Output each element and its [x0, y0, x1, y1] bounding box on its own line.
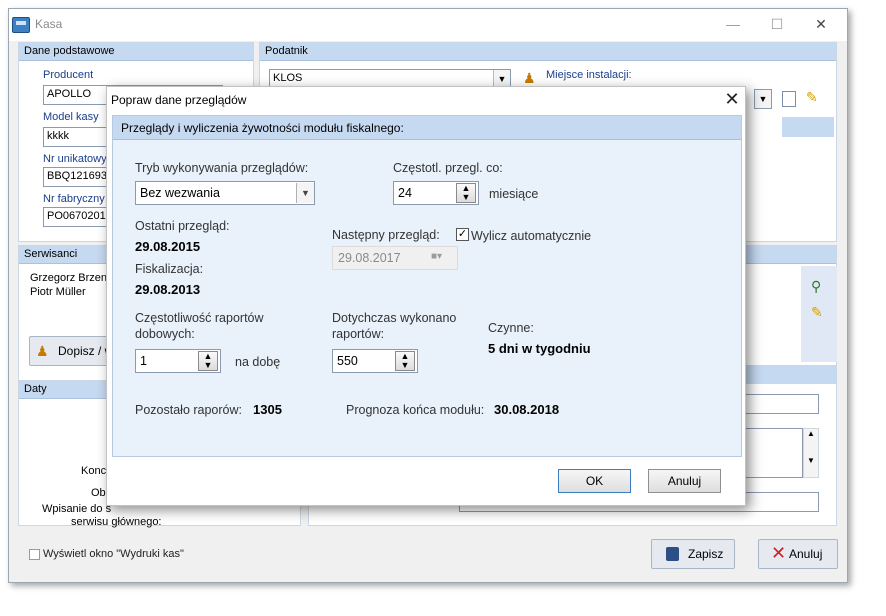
edit-icon[interactable]: ✎ — [811, 304, 823, 321]
next-review-value: 29.08.2017 — [338, 251, 401, 265]
reports-frequency-label-2: dobowych: — [135, 327, 195, 341]
fiscalization-value: 29.08.2013 — [135, 282, 201, 297]
frequency-spinner[interactable]: ▲ ▼ — [456, 183, 476, 203]
active-value: 5 dni w tygodniu — [488, 341, 591, 356]
reports-frequency-input[interactable]: 1 ▲ ▼ — [135, 349, 221, 373]
reports-frequency-unit: na dobę — [235, 355, 281, 369]
auto-calc-checkbox[interactable]: ✓ — [456, 228, 469, 241]
ok-button[interactable]: OK — [558, 469, 631, 493]
last-review-label: Ostatni przegląd: — [135, 219, 230, 233]
minimize-button[interactable]: — — [723, 15, 743, 33]
remaining-value: 1305 — [253, 402, 282, 417]
show-prints-label: Wyświetl okno "Wydruki kas" — [43, 548, 184, 560]
mode-label: Tryb wykonywania przeglądów: — [135, 161, 309, 175]
mode-value: Bez wezwania — [140, 186, 220, 200]
forecast-label: Prognoza końca modułu: — [346, 403, 485, 417]
show-prints-checkbox[interactable] — [29, 549, 40, 560]
auto-calc-label: Wylicz automatycznie — [471, 229, 592, 243]
taxpayer-header: Podatnik — [260, 43, 836, 61]
users-icon: ♟ — [36, 343, 49, 359]
servicemen-toolbar: ⚲ ✎ — [801, 266, 837, 362]
fiscalization-label: Fiskalizacja: — [135, 262, 204, 276]
dates-label-entry: Wpisanie do s — [42, 503, 112, 515]
frequency-unit: miesiące — [489, 187, 539, 201]
title-bar: Kasa — ☐ ✕ — [9, 9, 847, 41]
cancel-label: Anuluj — [789, 547, 823, 561]
serviceman-2[interactable]: Piotr Müller — [30, 286, 86, 298]
basic-data-header: Dane podstawowe — [19, 43, 253, 61]
install-place-label: Miejsce instalacji: — [546, 69, 632, 81]
reports-frequency-spinner[interactable]: ▲ ▼ — [198, 351, 218, 371]
frequency-label: Częstotl. przegl. co: — [393, 161, 503, 175]
reports-frequency-value: 1 — [140, 354, 147, 368]
edit-icon[interactable]: ✎ — [806, 89, 824, 107]
dialog-close-button[interactable]: ✕ — [721, 88, 743, 110]
cancel-icon: ✕ — [771, 543, 787, 563]
maximize-icon[interactable]: ☐ — [767, 15, 787, 33]
done-label-2: raportów: — [332, 327, 385, 341]
remaining-label: Pozostało raporów: — [135, 403, 243, 417]
review-dialog: Popraw dane przeglądów ✕ Przeglądy i wyl… — [106, 86, 746, 506]
calendar-icon: ■▾ — [431, 251, 443, 262]
next-review-label: Następny przegląd: — [332, 228, 440, 242]
model-label: Model kasy — [43, 111, 99, 123]
mode-select[interactable]: Bez wezwania ▼ — [135, 181, 315, 205]
taxpayer-subheader — [782, 117, 834, 137]
last-review-value: 29.08.2015 — [135, 239, 201, 254]
document-icon[interactable] — [782, 91, 796, 107]
dialog-body: Przeglądy i wyliczenia żywotności modułu… — [112, 115, 742, 457]
search-user-icon[interactable]: ⚲ — [811, 278, 821, 295]
window-title: Kasa — [35, 17, 63, 31]
dialog-cancel-button[interactable]: Anuluj — [648, 469, 721, 493]
install-place-dropdown[interactable]: ▼ — [754, 89, 772, 109]
active-label: Czynne: — [488, 321, 534, 335]
notes-scrollbar[interactable]: ▲ ▼ — [803, 428, 819, 478]
cash-register-icon — [12, 17, 30, 33]
done-label-1: Dotychczas wykonano — [332, 311, 457, 325]
done-reports-spinner[interactable]: ▲ ▼ — [395, 351, 415, 371]
close-button[interactable]: ✕ — [811, 15, 831, 33]
save-icon — [666, 547, 679, 561]
dialog-title: Popraw dane przeglądów — [111, 93, 247, 107]
chevron-down-icon[interactable]: ▼ — [296, 183, 314, 203]
dialog-section-header: Przeglądy i wyliczenia żywotności modułu… — [113, 116, 741, 140]
serviceman-1[interactable]: Grzegorz Brzenc — [30, 272, 113, 284]
done-reports-value: 550 — [337, 354, 358, 368]
frequency-value: 24 — [398, 186, 412, 200]
cancel-button[interactable]: ✕ Anuluj — [758, 539, 838, 569]
frequency-input[interactable]: 24 ▲ ▼ — [393, 181, 479, 205]
dates-label-entry2: serwisu głównego: — [71, 516, 162, 528]
producer-label: Producent — [43, 69, 94, 81]
save-button[interactable]: Zapisz — [651, 539, 735, 569]
done-reports-input[interactable]: 550 ▲ ▼ — [332, 349, 418, 373]
reports-frequency-label-1: Częstotliwość raportów — [135, 311, 264, 325]
factory-number-label: Nr fabryczny — [43, 193, 105, 205]
unique-number-label: Nr unikatowy — [43, 153, 107, 165]
save-label: Zapisz — [688, 547, 724, 561]
forecast-value: 30.08.2018 — [494, 402, 560, 417]
next-review-date-picker: 29.08.2017 ■▾ — [332, 246, 458, 270]
